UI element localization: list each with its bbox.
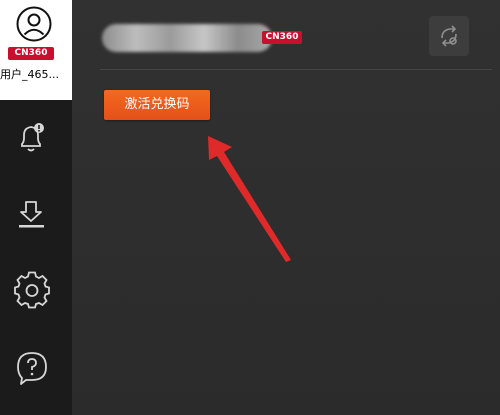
user-icon [16,6,52,42]
download-icon [19,201,44,228]
sidebar-item-notifications[interactable] [12,118,52,158]
avatar[interactable] [16,6,52,42]
header-divider [100,69,492,70]
username: 用户_465... [0,68,59,81]
sidebar-item-downloads[interactable] [12,194,52,234]
blurred-account-name [102,24,272,52]
sidebar-item-settings[interactable] [12,270,52,310]
profile-card[interactable]: CN360 用户_465... [0,0,72,100]
sidebar-item-help[interactable] [12,348,52,388]
activate-redeem-code-button[interactable]: 激活兑换码 [104,90,210,120]
sync-button[interactable] [429,16,469,56]
question-icon [17,352,47,385]
sidebar: CN360 用户_465... [0,0,72,415]
sync-icon [441,25,457,47]
profile-badge: CN360 [8,47,54,60]
main-panel: CN360 激活兑换码 [72,0,500,415]
gear-icon [14,271,50,309]
account-badge: CN360 [262,31,302,44]
bell-icon [21,123,44,152]
